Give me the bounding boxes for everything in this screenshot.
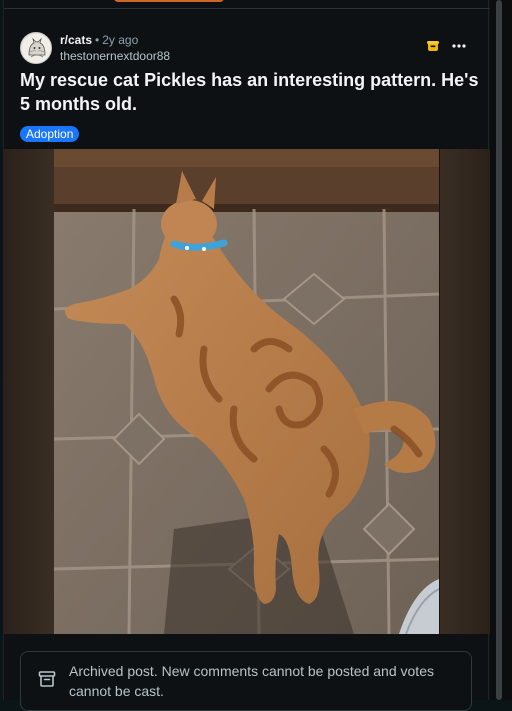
archived-message: Archived post. New comments cannot be po…	[69, 663, 434, 699]
more-options-button[interactable]	[446, 35, 472, 57]
post-flair[interactable]: Adoption	[20, 126, 80, 142]
divider	[4, 8, 490, 9]
post-container: r/cats • 2y ago thestonernextdoor88 My res…	[3, 0, 490, 711]
subreddit-link[interactable]: r/cats	[60, 33, 92, 47]
meta-separator: •	[95, 33, 100, 47]
archive-box-icon	[38, 671, 56, 687]
subreddit-avatar[interactable]	[20, 32, 52, 64]
previous-post-button-edge	[114, 0, 224, 2]
more-options-icon	[452, 44, 466, 48]
media-backdrop-left	[4, 149, 54, 634]
post-media[interactable]	[4, 149, 490, 634]
media-backdrop-right	[440, 149, 490, 634]
post-title[interactable]: My rescue cat Pickles has an interesting…	[20, 68, 480, 116]
cat-photo[interactable]	[54, 149, 439, 634]
joined-community-icon[interactable]	[426, 39, 440, 53]
post-age: 2y ago	[102, 33, 139, 47]
scrollbar-thumb[interactable]	[496, 0, 502, 700]
post-meta: r/cats • 2y ago thestonernextdoor88	[60, 32, 170, 64]
scrollbar[interactable]	[490, 0, 512, 700]
post-header: r/cats • 2y ago thestonernextdoor88	[20, 31, 480, 65]
archived-notice: Archived post. New comments cannot be po…	[20, 651, 472, 711]
cat-sketch-icon	[22, 34, 51, 63]
author-link[interactable]: thestonernextdoor88	[60, 48, 170, 64]
